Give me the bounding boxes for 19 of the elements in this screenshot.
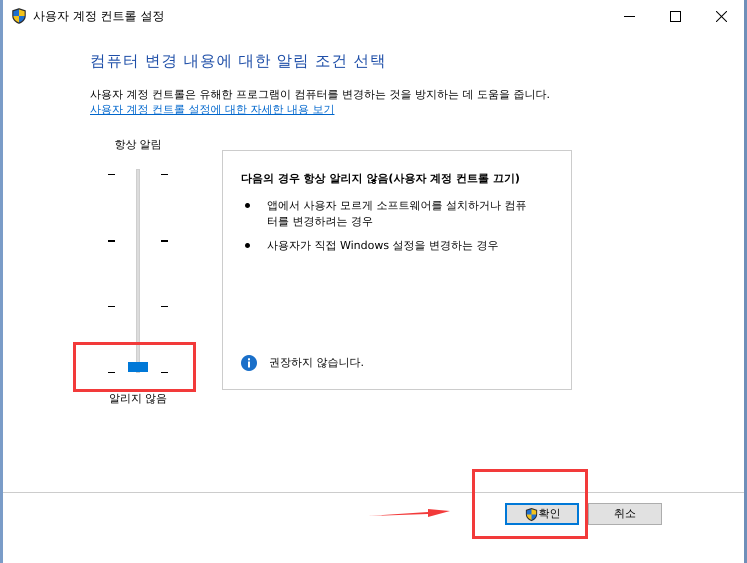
info-icon (241, 355, 257, 371)
heading: 컴퓨터 변경 내용에 대한 알림 조건 선택 (90, 51, 388, 72)
info-note: 권장하지 않습니다. (269, 354, 364, 371)
shield-icon (10, 7, 28, 25)
help-link[interactable]: 사용자 계정 컨트롤 설정에 대한 자세한 내용 보기 (90, 102, 334, 118)
close-icon (716, 10, 726, 22)
ok-button[interactable]: 확인 (505, 503, 579, 525)
slider-top-label: 항상 알림 (114, 137, 162, 154)
description: 사용자 계정 컨트롤은 유해한 프로그램이 컴퓨터를 변경하는 것을 방지하는 데 도움을 줍니다. (90, 87, 551, 102)
slider-thumb[interactable] (128, 362, 148, 372)
maximize-icon (670, 10, 680, 22)
bullet-icon (245, 242, 250, 248)
slider-bottom-label: 알리지 않음 (108, 390, 168, 407)
bullet-text: 앱에서 사용자 모르게 소프트웨어를 설치하거나 컴퓨터를 변경하려는 경우 (267, 198, 528, 230)
bullet-text: 사용자가 직접 Windows 설정을 변경하는 경우 (267, 238, 500, 254)
bullet-icon (245, 202, 250, 208)
cancel-button[interactable]: 취소 (588, 503, 662, 525)
info-title: 다음의 경우 항상 알리지 않음(사용자 계정 컨트롤 끄기) (241, 171, 521, 188)
window-title: 사용자 계정 컨트롤 설정 (33, 8, 164, 25)
